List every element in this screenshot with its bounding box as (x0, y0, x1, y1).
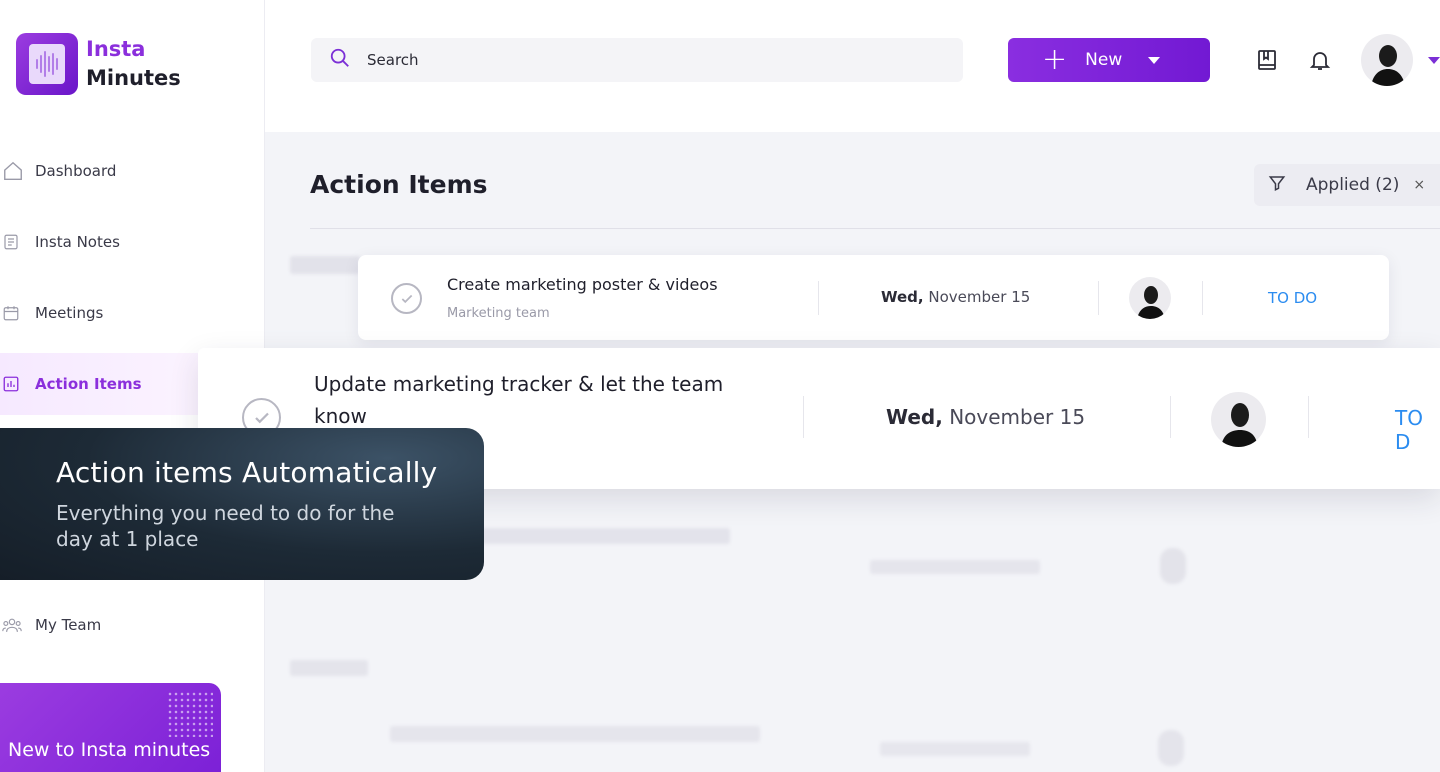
tooltip-subtitle: Everything you need to do for the day at… (56, 501, 395, 551)
action-item-date: Wed, November 15 (881, 288, 1030, 306)
new-button[interactable]: + New (1008, 38, 1210, 82)
chevron-down-icon[interactable] (1428, 57, 1440, 64)
blurred-row-avatar (1158, 730, 1184, 766)
calendar-icon (0, 304, 35, 322)
close-icon[interactable]: × (1413, 177, 1425, 193)
action-item-weekday: Wed, (886, 405, 943, 429)
notes-icon (0, 233, 35, 251)
blurred-row-date (870, 560, 1040, 574)
chart-icon (0, 375, 35, 393)
sidebar-item-label: Dashboard (35, 162, 117, 180)
dots-pattern-icon (167, 691, 213, 737)
plus-icon: + (1042, 42, 1068, 77)
filter-icon (1268, 174, 1286, 197)
promo-card[interactable]: New to Insta minutes (0, 683, 221, 772)
action-item-day: November 15 (949, 405, 1086, 429)
column-divider (803, 396, 804, 438)
page-title: Action Items (310, 170, 488, 199)
brand-line-2: Minutes (86, 66, 181, 90)
blurred-row-date (880, 742, 1030, 756)
tooltip-title: Action items Automatically (56, 456, 438, 489)
sidebar-item-dashboard[interactable]: Dashboard (0, 140, 198, 202)
assignee-avatar[interactable] (1211, 392, 1266, 447)
logo-icon (16, 33, 78, 95)
sidebar-item-my-team[interactable]: My Team (0, 594, 101, 656)
sidebar-item-label: Insta Notes (35, 233, 120, 251)
filter-chip[interactable]: Applied (2) × (1254, 164, 1440, 206)
sidebar-item-label: My Team (35, 616, 102, 634)
blurred-group-label (290, 256, 360, 274)
top-bar: Search + New (265, 0, 1440, 132)
search-icon (329, 47, 351, 73)
app-logo[interactable]: Insta Minutes (16, 33, 181, 95)
column-divider (818, 281, 819, 315)
column-divider (1308, 396, 1309, 438)
header-divider (310, 228, 1440, 229)
action-item-row[interactable]: Create marketing poster & videos Marketi… (358, 255, 1389, 340)
blurred-row-title (390, 726, 760, 742)
blurred-group-label (290, 660, 368, 676)
action-item-date: Wed, November 15 (886, 405, 1085, 429)
filter-label: Applied (2) (1306, 175, 1400, 195)
sidebar-item-label: Action Items (35, 375, 142, 393)
blurred-row-avatar (1160, 548, 1186, 584)
sidebar-item-action-items[interactable]: Action Items (0, 353, 198, 415)
status-badge[interactable]: TO D (1395, 406, 1440, 454)
action-item-title: Create marketing poster & videos (447, 275, 718, 294)
sidebar-item-meetings[interactable]: Meetings (0, 282, 198, 344)
column-divider (1170, 396, 1171, 438)
search-placeholder: Search (367, 51, 419, 69)
home-icon (0, 160, 35, 182)
brand-name: Insta Minutes (86, 35, 181, 93)
action-item-title: Update marketing tracker & let the team … (314, 372, 724, 428)
action-item-day: November 15 (928, 288, 1031, 306)
bell-icon[interactable] (1308, 48, 1332, 76)
brand-line-1: Insta (86, 37, 146, 61)
blurred-row-title (480, 528, 730, 544)
book-icon[interactable] (1255, 48, 1279, 76)
status-badge[interactable]: TO DO (1268, 289, 1317, 307)
feature-tooltip: Action items Automatically Everything yo… (0, 428, 484, 580)
action-item-weekday: Wed, (881, 288, 924, 306)
new-button-label: New (1085, 50, 1123, 70)
action-item-team: Marketing team (447, 306, 550, 321)
search-input[interactable]: Search (311, 38, 963, 82)
sidebar-item-insta-notes[interactable]: Insta Notes (0, 211, 198, 273)
chevron-down-icon (1148, 56, 1161, 64)
column-divider (1202, 281, 1203, 315)
user-avatar[interactable] (1361, 34, 1413, 86)
sidebar-item-label: Meetings (35, 304, 104, 322)
column-divider (1098, 281, 1099, 315)
assignee-avatar[interactable] (1129, 277, 1171, 319)
checkmark-icon[interactable] (391, 283, 422, 314)
team-icon (0, 616, 35, 634)
promo-title: New to Insta minutes (8, 739, 211, 761)
